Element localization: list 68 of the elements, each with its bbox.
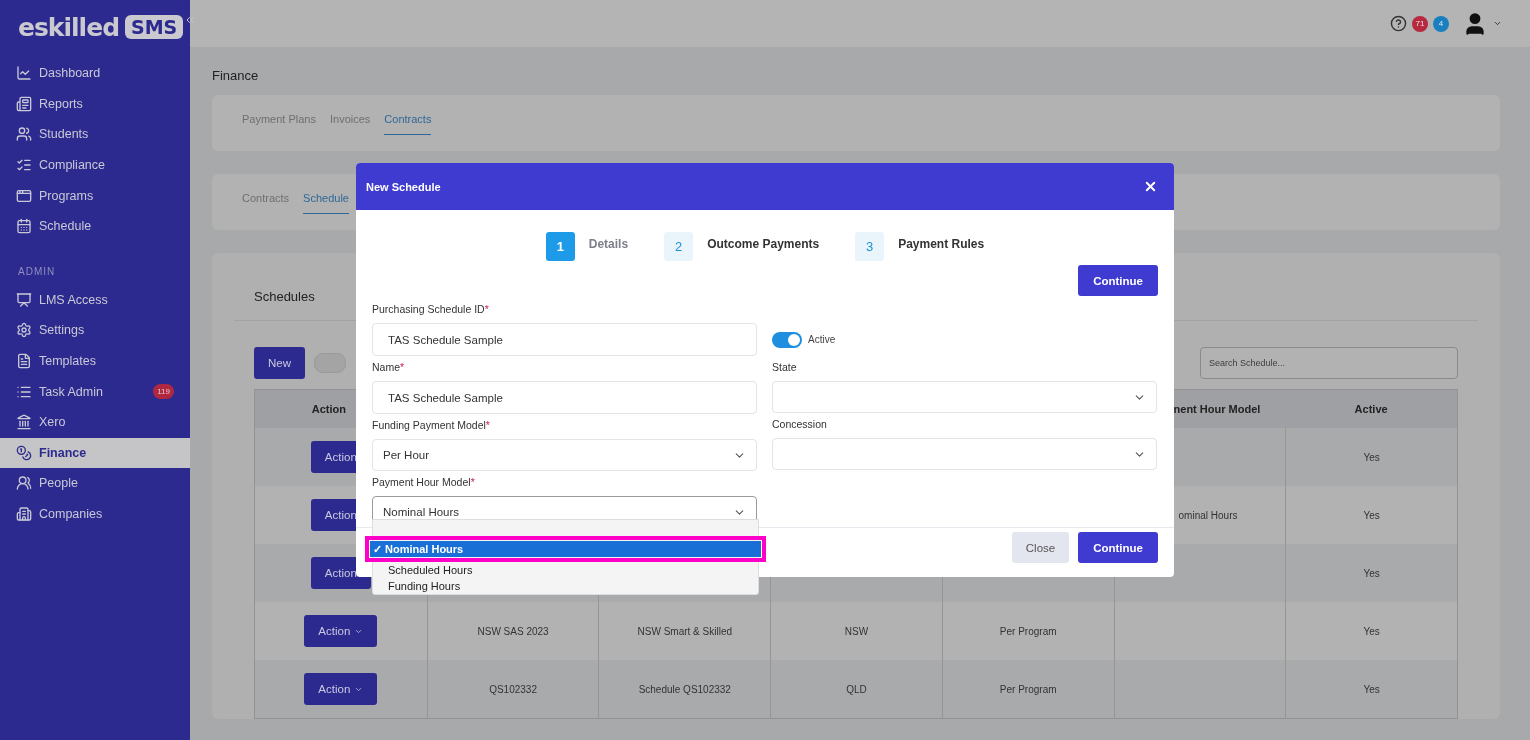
close-icon[interactable] bbox=[1143, 179, 1158, 194]
sidebar-item[interactable]: Task Admin 119 bbox=[0, 376, 190, 407]
select-field[interactable]: Per Hour bbox=[372, 439, 757, 471]
section-heading: ADMIN bbox=[17, 264, 57, 279]
sidebar-item[interactable]: Students bbox=[0, 119, 190, 150]
column-header: Active bbox=[1285, 390, 1457, 428]
caret-icon[interactable] bbox=[1493, 19, 1502, 28]
sidebar-icon bbox=[16, 506, 32, 522]
field-label: Concession bbox=[772, 418, 828, 432]
sidebar-icon bbox=[16, 95, 32, 112]
sidebar-icon bbox=[16, 126, 32, 143]
sidebar-icon bbox=[16, 218, 32, 235]
sidebar-item[interactable]: Reports bbox=[0, 88, 190, 120]
table-cell: QS102332 bbox=[426, 660, 599, 718]
sidebar-icon bbox=[16, 475, 32, 492]
sidebar-item[interactable]: Compliance bbox=[0, 149, 190, 181]
logo: eskilled bbox=[18, 12, 120, 42]
select-field[interactable] bbox=[772, 438, 1157, 470]
sidebar-item[interactable]: LMS Access bbox=[0, 284, 190, 316]
table-cell: Yes bbox=[1285, 428, 1457, 486]
count-badge: 119 bbox=[153, 384, 174, 400]
sidebar-item[interactable]: People bbox=[0, 468, 190, 499]
table-cell: QLD bbox=[770, 660, 942, 718]
continue-button[interactable]: Continue bbox=[1078, 532, 1158, 563]
action-button[interactable]: Action bbox=[304, 673, 378, 705]
dropdown-option[interactable]: Scheduled Hours bbox=[373, 562, 758, 578]
table-cell: Yes bbox=[1285, 660, 1457, 718]
dropdown-option[interactable]: Funding Hours bbox=[373, 578, 758, 594]
sidebar-item[interactable]: Templates bbox=[0, 345, 190, 377]
sidebar-item[interactable]: Companies bbox=[0, 498, 190, 530]
alert-badge[interactable]: 71 bbox=[1412, 15, 1428, 32]
help-icon[interactable] bbox=[1390, 15, 1407, 32]
sidebar-item[interactable]: Dashboard bbox=[0, 58, 190, 89]
toggle-label: Active bbox=[808, 334, 836, 345]
toggle-switch[interactable] bbox=[772, 331, 802, 348]
sidebar-item[interactable]: Programs bbox=[0, 180, 190, 211]
sidebar-icon bbox=[16, 187, 32, 204]
dropdown-option[interactable]: ✓ Nominal Hours bbox=[370, 541, 761, 557]
field-label: Purchasing Schedule ID* bbox=[372, 303, 490, 317]
message-badge[interactable]: 4 bbox=[1433, 15, 1449, 32]
sidebar-icon bbox=[16, 65, 32, 82]
action-button[interactable]: Action bbox=[304, 615, 378, 647]
sidebar-item[interactable]: Settings bbox=[0, 315, 190, 346]
sidebar-icon bbox=[16, 414, 32, 431]
field-label: Name* bbox=[372, 361, 406, 375]
new-button[interactable]: New bbox=[254, 347, 305, 379]
sidebar-item[interactable]: Schedule bbox=[0, 210, 190, 242]
table-cell: Schedule QS102332 bbox=[598, 660, 771, 718]
sidebar-icon bbox=[16, 322, 32, 339]
field-label: State bbox=[772, 361, 798, 375]
modal-title: New Schedule bbox=[366, 180, 441, 193]
table-cell: Yes bbox=[1285, 544, 1457, 602]
continue-button[interactable]: Continue bbox=[1078, 265, 1158, 296]
input-field[interactable]: TAS Schedule Sample bbox=[372, 323, 757, 356]
sidebar-icon bbox=[16, 444, 32, 461]
collapse-icon[interactable] bbox=[184, 14, 196, 26]
input-field[interactable]: TAS Schedule Sample bbox=[372, 381, 757, 414]
select-field[interactable] bbox=[772, 381, 1157, 413]
table-cell: Per Program bbox=[941, 660, 1114, 718]
page-title: Finance bbox=[212, 67, 260, 85]
search-field[interactable]: Search Schedule... bbox=[1200, 347, 1458, 379]
sidebar-icon bbox=[16, 353, 32, 370]
field-label: Payment Hour Model* bbox=[372, 476, 476, 490]
close-button[interactable]: Close bbox=[1011, 532, 1070, 563]
logo-badge: SMS bbox=[125, 15, 184, 39]
sidebar-item[interactable]: Xero bbox=[0, 406, 190, 438]
sidebar-icon bbox=[16, 291, 32, 308]
sidebar-item[interactable]: Finance bbox=[0, 437, 190, 469]
